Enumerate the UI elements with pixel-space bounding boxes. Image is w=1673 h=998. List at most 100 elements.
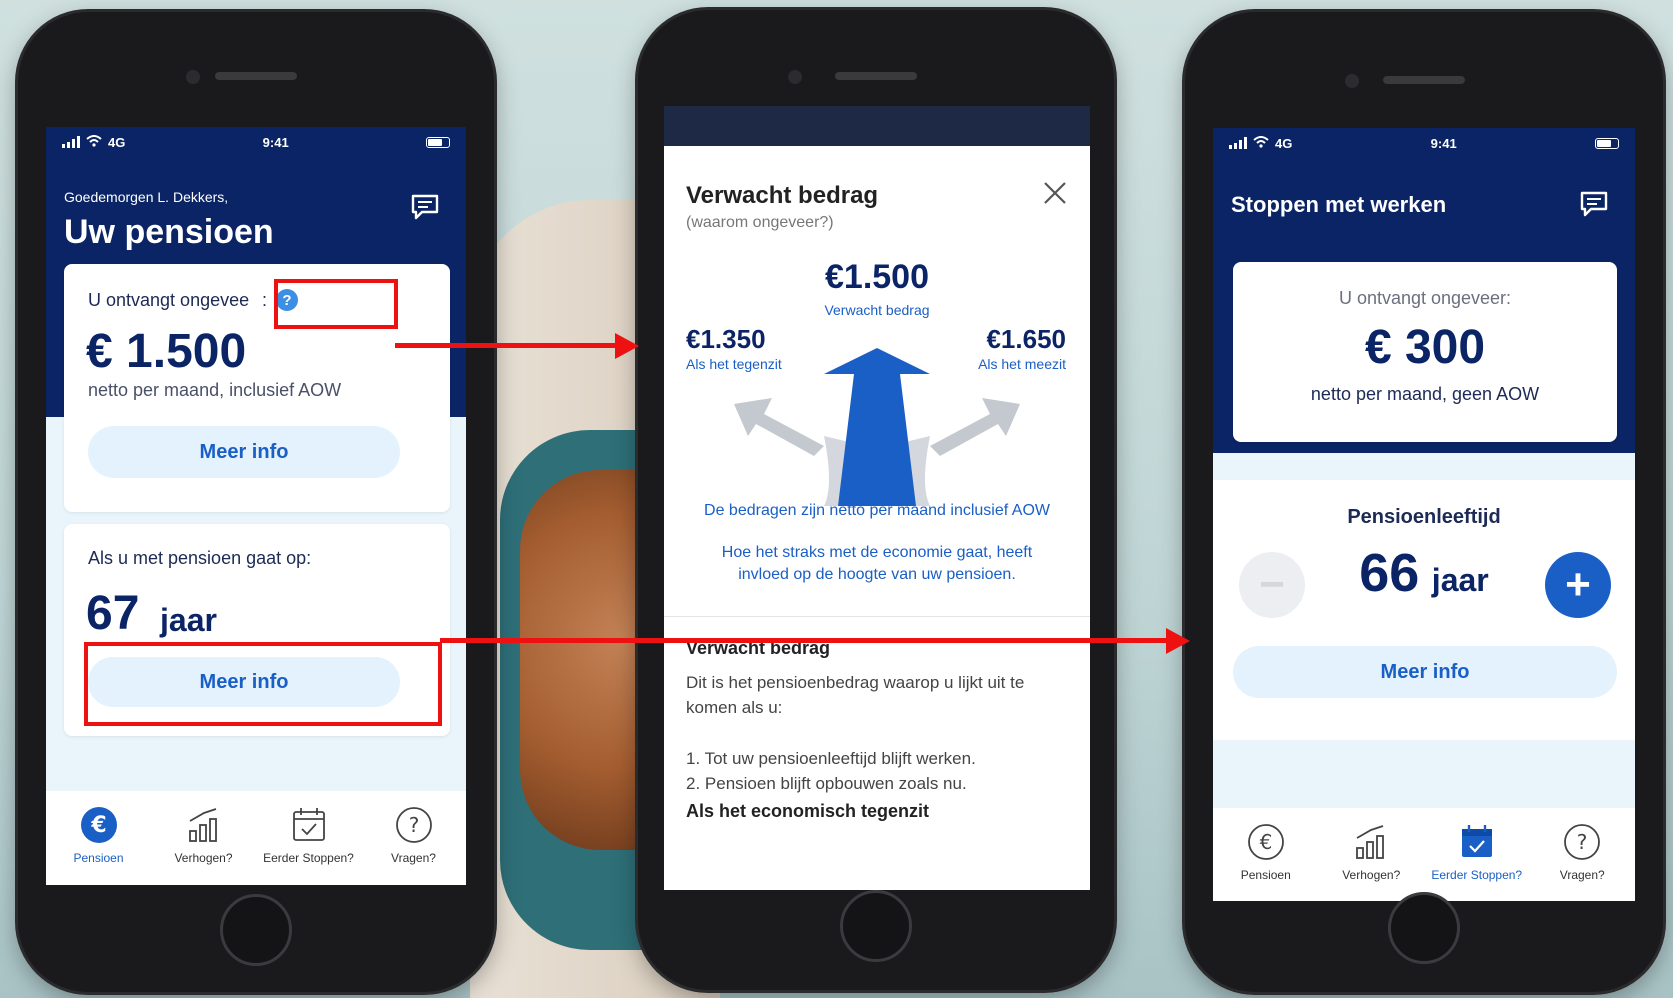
tab-eerder-stoppen[interactable]: Eerder Stoppen? <box>259 805 359 865</box>
page-title: Uw pensioen <box>64 213 274 251</box>
highlight-box-meer-info <box>84 642 442 726</box>
home-button <box>220 894 292 966</box>
svg-text:€: € <box>1259 830 1272 854</box>
expected-caption: Verwacht bedrag <box>824 302 930 318</box>
arrow-line-to-stoppen <box>440 638 1168 643</box>
age-unit: jaar <box>1431 562 1489 598</box>
arrow-head-to-stoppen <box>1166 628 1190 654</box>
signal-icon <box>1229 137 1247 149</box>
wifi-icon <box>1253 135 1269 151</box>
phone-camera <box>186 70 200 84</box>
list-item: 2. Pensioen blijft opbouwen zoals nu. <box>686 774 967 793</box>
svg-text:?: ? <box>1577 830 1588 854</box>
greeting: Goedemorgen L. Dekkers, <box>64 189 229 205</box>
section-title: Pensioenleeftijd <box>1347 506 1501 528</box>
list-item: 1. Tot uw pensioenleeftijd blijft werken… <box>686 749 976 768</box>
signal-icon <box>62 136 80 148</box>
euro-icon: € <box>80 807 117 843</box>
divider <box>664 616 1090 617</box>
phone-speaker <box>215 72 297 80</box>
question-icon: ? <box>395 807 432 843</box>
arrow-head-to-modal <box>615 333 639 359</box>
tab-label: Verhogen? <box>174 851 233 865</box>
euro-icon: € <box>1247 824 1284 860</box>
expected-amount: €1.500 <box>825 258 929 296</box>
wifi-icon <box>86 134 102 150</box>
phone-pensioen-overview: 4G 9:41 Goedemorgen L. Dekkers, Uw pensi… <box>18 12 494 992</box>
section-body: Dit is het pensioenbedrag waarop u lijkt… <box>686 673 1025 717</box>
retirement-age-unit: jaar <box>160 602 217 638</box>
tab-label: Eerder Stoppen? <box>263 851 354 865</box>
network-label: 4G <box>1275 135 1293 151</box>
tab-vragen[interactable]: ? Vragen? <box>364 805 464 865</box>
section-title-tegenzit: Als het economisch tegenzit <box>686 801 930 821</box>
phone-camera <box>788 70 802 84</box>
tab-label: Pensioen <box>73 851 124 865</box>
retirement-age-value: 67 <box>86 587 140 640</box>
highlight-box-help <box>274 279 398 329</box>
battery-icon <box>1595 137 1619 149</box>
increase-age-button[interactable]: + <box>1545 552 1611 618</box>
status-time: 9:41 <box>1430 135 1457 151</box>
tab-label: Eerder Stoppen? <box>1431 868 1523 882</box>
phone-verwacht-bedrag: Verwacht bedrag (waarom ongeveer?) €1.50… <box>638 10 1114 990</box>
screen-verwacht-bedrag: Verwacht bedrag (waarom ongeveer?) €1.50… <box>664 106 1090 890</box>
tab-eerder-stoppen[interactable]: Eerder Stoppen? <box>1427 822 1527 882</box>
income-label: U ontvangt ongeveer: <box>1338 288 1512 308</box>
arrow-line-to-modal <box>395 343 615 348</box>
page-title: Stoppen met werken <box>1231 192 1447 217</box>
phone-speaker <box>1383 76 1465 84</box>
modal-title: Verwacht bedrag <box>686 182 879 209</box>
tab-pensioen[interactable]: € Pensioen <box>49 805 149 865</box>
question-icon: ? <box>1564 824 1601 860</box>
scenario-arrows-illustration <box>734 348 1020 506</box>
phone-stoppen-met-werken: 4G 9:41 Stoppen met werken U ontvangt on… <box>1185 12 1663 992</box>
phone-camera <box>1345 74 1359 88</box>
economy-note: Hoe het straks met de economie gaat, hee… <box>721 544 1033 583</box>
close-icon[interactable] <box>1042 180 1068 206</box>
status-bar: 4G 9:41 <box>46 127 466 157</box>
phone-speaker <box>835 72 917 80</box>
tab-label: Vragen? <box>391 851 436 865</box>
bar-chart-icon <box>1356 825 1385 859</box>
dimmed-status-bar <box>664 106 1090 146</box>
home-button <box>1388 892 1460 964</box>
income-label: U ontvangt ongevee <box>88 290 250 310</box>
tab-verhogen[interactable]: Verhogen? <box>1321 822 1421 882</box>
meer-info-button[interactable]: Meer info <box>1233 646 1617 698</box>
retirement-age-section: Pensioenleeftijd − 66 jaar + Meer info <box>1213 480 1635 740</box>
meer-info-button-income[interactable]: Meer info <box>88 426 400 478</box>
amounts-note: De bedragen zijn netto per maand inclusi… <box>704 502 1050 519</box>
svg-text:?: ? <box>408 813 419 837</box>
tab-vragen[interactable]: ? Vragen? <box>1532 822 1632 882</box>
tab-label: Pensioen <box>1240 868 1291 882</box>
income-subline: netto per maand, inclusief AOW <box>88 380 342 400</box>
modal-subtitle-link[interactable]: (waarom ongeveer?) <box>686 214 834 232</box>
screen-stoppen-met-werken: 4G 9:41 Stoppen met werken U ontvangt on… <box>1213 128 1635 901</box>
tab-bar: € Pensioen Verhogen? Eerder Stoppen? ? V… <box>1213 808 1635 901</box>
status-bar: 4G 9:41 <box>1213 128 1635 158</box>
income-amount: € 300 <box>1364 321 1486 374</box>
tab-verhogen[interactable]: Verhogen? <box>154 805 254 865</box>
tab-pensioen[interactable]: € Pensioen <box>1216 822 1316 882</box>
network-label: 4G <box>108 134 126 150</box>
tab-bar: € Pensioen Verhogen? Eerder Stoppen? ? V… <box>46 791 466 885</box>
income-label-colon: : <box>262 290 268 310</box>
tab-label: Vragen? <box>1559 868 1605 882</box>
home-button <box>840 890 912 962</box>
svg-text:€: € <box>90 813 106 838</box>
income-subline: netto per maand, geen AOW <box>1310 384 1540 404</box>
status-time: 9:41 <box>262 134 289 150</box>
tab-label: Verhogen? <box>1342 868 1401 882</box>
chat-icon[interactable] <box>410 193 440 221</box>
calendar-icon <box>1461 825 1492 857</box>
calendar-icon <box>292 808 325 841</box>
income-card: U ontvangt ongeveer: € 300 netto per maa… <box>1233 262 1617 442</box>
screen-pensioen: 4G 9:41 Goedemorgen L. Dekkers, Uw pensi… <box>46 127 466 885</box>
retirement-age-label: Als u met pensioen gaat op: <box>88 548 312 568</box>
bar-chart-icon <box>188 808 217 842</box>
income-amount: € 1.500 <box>86 325 247 378</box>
age-value: 66 <box>1359 543 1420 603</box>
chat-icon[interactable] <box>1579 190 1609 218</box>
battery-icon <box>426 136 450 148</box>
